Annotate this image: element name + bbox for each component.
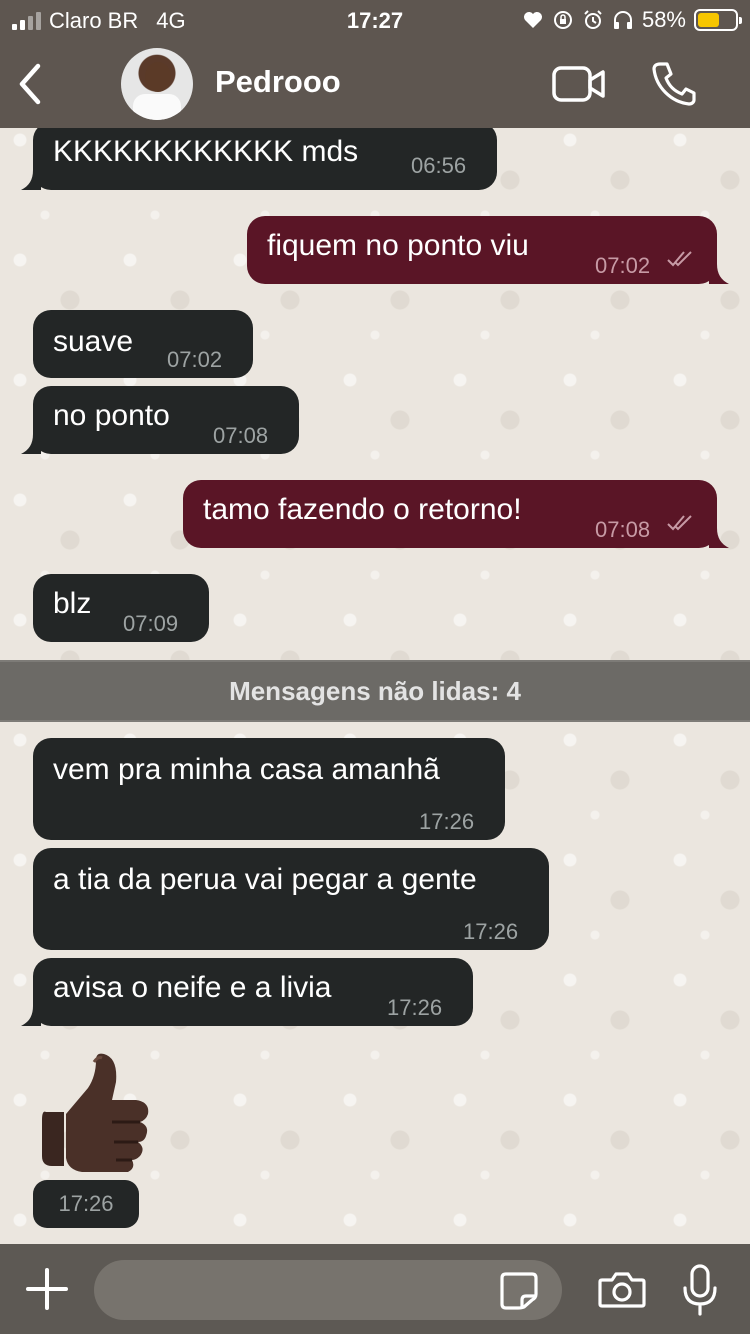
bubble-tail	[21, 170, 41, 190]
headphones-icon	[612, 9, 634, 31]
message-bubble-incoming[interactable]: suave 07:02	[33, 310, 253, 378]
plus-icon	[26, 1268, 68, 1310]
battery-percent: 58%	[641, 7, 686, 32]
contact-name[interactable]: Pedrooo	[215, 64, 341, 100]
status-right: 58%	[522, 7, 742, 33]
message-text: tamo fazendo o retorno!	[203, 493, 522, 526]
video-call-button[interactable]	[552, 64, 606, 104]
sticker-button[interactable]	[500, 1272, 538, 1310]
message-list: KKKKKKKKKKKK mds 06:56 fiquem no ponto v…	[0, 128, 750, 1244]
attach-button[interactable]	[26, 1268, 68, 1310]
message-text: KKKKKKKKKKKK mds	[53, 135, 359, 168]
read-ticks-icon	[667, 515, 692, 531]
top-bar: Claro BR 4G 17:27 58% Pedrooo	[0, 0, 750, 128]
message-time: 07:08	[595, 517, 651, 542]
battery-icon	[694, 9, 742, 31]
message-bubble-incoming[interactable]: a tia da perua vai pegar a gente 17:26	[33, 848, 549, 950]
message-time: 07:02	[595, 253, 651, 278]
chat-header: Pedrooo	[0, 40, 750, 128]
message-time: 17:26	[419, 809, 475, 834]
chevron-left-icon	[19, 63, 41, 105]
heart-icon	[522, 9, 544, 31]
message-text: no ponto	[53, 399, 170, 432]
message-text: suave	[53, 325, 134, 358]
battery-fill	[698, 13, 719, 27]
bubble-tail	[21, 1006, 41, 1026]
message-time: 17:26	[387, 995, 443, 1020]
message-input[interactable]	[94, 1260, 562, 1320]
message-time: 17:26	[33, 1180, 139, 1228]
bubble-tail	[21, 434, 41, 454]
message-bubble-outgoing[interactable]: fiquem no ponto viu 07:02	[247, 216, 729, 284]
phone-icon	[652, 62, 696, 106]
read-ticks-icon	[667, 251, 692, 267]
message-bubble-incoming[interactable]: avisa o neife e a livia 17:26	[21, 958, 473, 1026]
back-button[interactable]	[14, 60, 48, 108]
microphone-icon	[683, 1264, 717, 1316]
avatar[interactable]	[121, 48, 193, 120]
unread-messages-divider: Mensagens não lidas: 4	[0, 660, 750, 722]
status-bar: Claro BR 4G 17:27 58%	[0, 0, 750, 40]
bubble-tail	[709, 528, 729, 548]
message-text: a tia da perua vai pegar a gente	[53, 863, 477, 896]
message-time: 17:26	[463, 919, 519, 944]
voice-call-button[interactable]	[652, 60, 696, 106]
message-text: avisa o neife e a livia	[53, 971, 332, 1004]
message-bubble-incoming[interactable]: no ponto 07:08	[21, 386, 299, 454]
alarm-icon	[582, 9, 604, 31]
message-time: 06:56	[411, 153, 467, 178]
thumbs-up-icon[interactable]	[36, 1048, 156, 1178]
message-time: 07:02	[167, 347, 223, 372]
orientation-lock-icon	[552, 9, 574, 31]
camera-button[interactable]	[598, 1270, 646, 1310]
microphone-button[interactable]	[682, 1264, 718, 1316]
message-bubble-incoming[interactable]: KKKKKKKKKKKK mds 06:56	[21, 128, 497, 190]
camera-icon	[598, 1272, 646, 1308]
message-text: blz	[53, 587, 92, 620]
message-bubble-incoming[interactable]: vem pra minha casa amanhã 17:26	[33, 738, 505, 840]
video-camera-icon	[552, 66, 605, 102]
message-time: 07:09	[123, 611, 179, 636]
message-bubble-outgoing[interactable]: tamo fazendo o retorno! 07:08	[183, 480, 729, 548]
message-text: vem pra minha casa amanhã	[53, 753, 440, 786]
composer-bar	[0, 1244, 750, 1334]
message-text: fiquem no ponto viu	[267, 229, 529, 262]
bubble-tail	[709, 264, 729, 284]
sticker-icon	[500, 1272, 538, 1310]
message-bubble-incoming[interactable]: blz 07:09	[33, 574, 209, 642]
message-time: 07:08	[213, 423, 269, 448]
